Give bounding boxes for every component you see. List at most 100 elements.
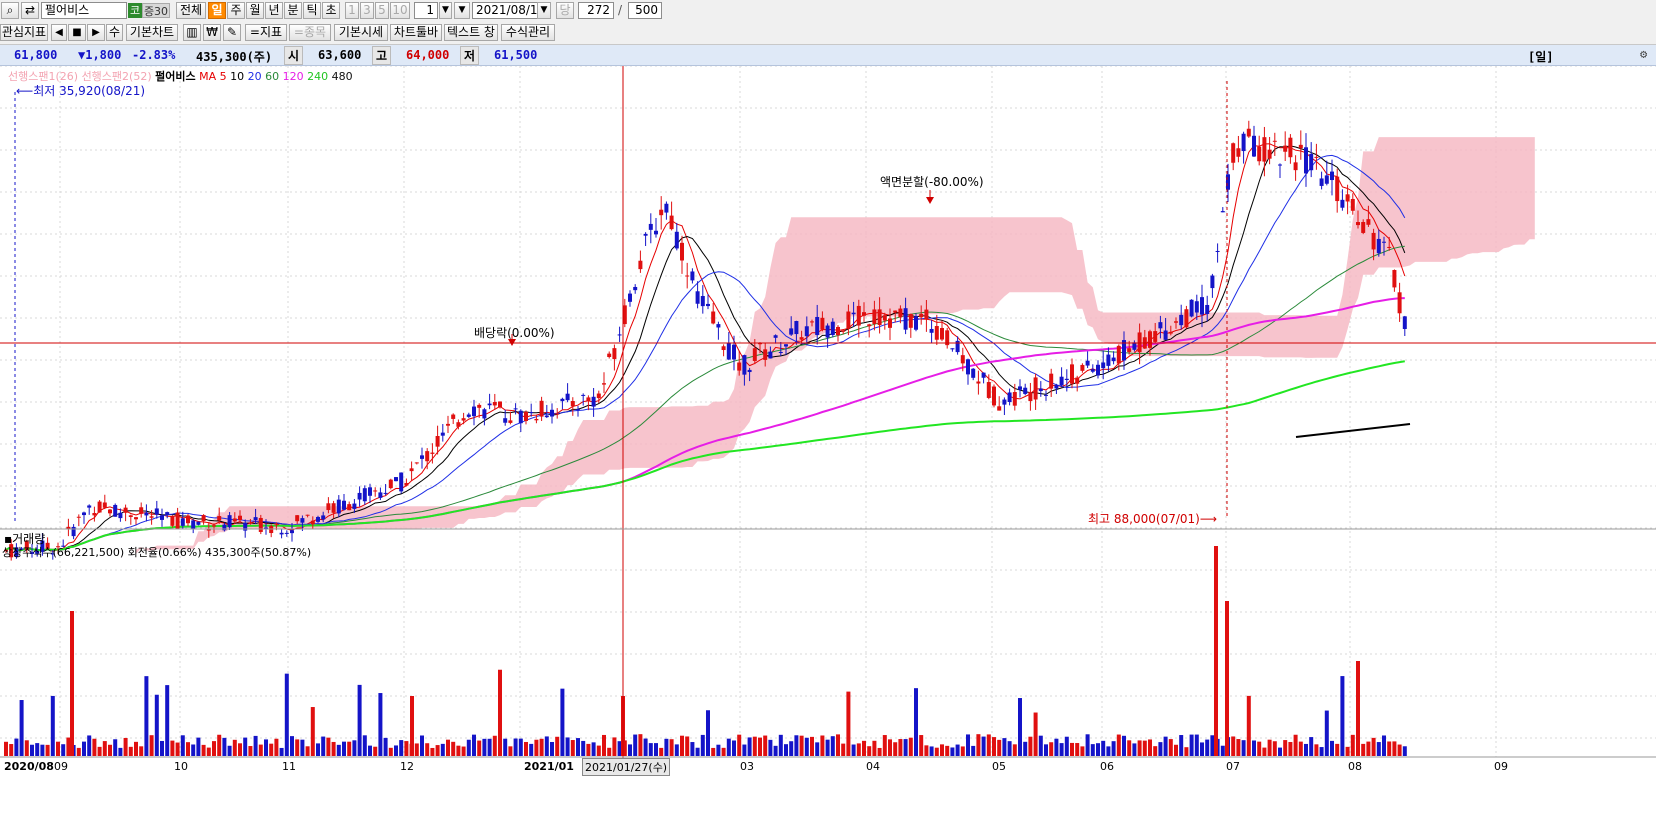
volume-bar	[1324, 710, 1329, 756]
candle-body	[1366, 219, 1371, 225]
legend-ma-240: 240	[307, 70, 329, 83]
legend-ma-120: 120	[282, 70, 304, 83]
period-second-button[interactable]: 초	[322, 2, 340, 19]
candle-body	[976, 381, 981, 384]
item-button[interactable]: =종목	[289, 24, 331, 41]
basic-chart-button[interactable]: 기본차트	[126, 24, 178, 41]
today-button[interactable]: 당	[556, 2, 574, 19]
candle-body	[570, 401, 575, 407]
candle-body	[1101, 362, 1106, 369]
interval-input[interactable]: 1	[414, 2, 438, 19]
period-day-button[interactable]: 일	[208, 2, 226, 19]
stock-name-input[interactable]: 펄어비스	[41, 2, 127, 19]
candle-body	[1012, 392, 1017, 406]
formula-manager-button[interactable]: 수식관리	[501, 24, 555, 41]
candle-body	[1070, 364, 1074, 384]
candle-body	[1028, 391, 1033, 402]
volume-bar	[342, 741, 346, 756]
candle-body	[908, 313, 913, 328]
candle-body	[149, 516, 154, 518]
candle-body	[742, 355, 747, 375]
candle-body	[1064, 378, 1069, 380]
volume-bar	[799, 735, 804, 756]
candle-body	[1038, 388, 1043, 392]
volume-bar	[1189, 734, 1194, 756]
volume-bar	[1330, 740, 1334, 756]
volume-bar	[1356, 661, 1360, 756]
minute-1-button[interactable]: 1	[345, 2, 359, 19]
currency-button[interactable]: ₩	[203, 24, 221, 41]
volume-bar	[888, 739, 892, 756]
minute-10-button[interactable]: 10	[390, 2, 410, 19]
volume-bar	[1309, 737, 1314, 756]
period-year-button[interactable]: 년	[265, 2, 283, 19]
price-change: ▼1,800	[78, 48, 122, 62]
candle-body	[357, 492, 362, 500]
candle-body	[326, 503, 331, 511]
candle-body	[154, 508, 159, 515]
volume-bar	[290, 736, 294, 756]
volume-bar	[56, 741, 60, 756]
chart-toolbar-button[interactable]: 차트툴바	[390, 24, 442, 41]
basic-quote-button[interactable]: 기본시세	[334, 24, 388, 41]
nav-stop-button[interactable]: ■	[68, 24, 86, 41]
volume-bar	[789, 741, 794, 756]
volume-bar	[378, 693, 383, 756]
period-tick-button[interactable]: 틱	[303, 2, 321, 19]
count-input[interactable]: 272	[578, 2, 614, 19]
volume-bar	[108, 744, 112, 756]
volume-bar	[929, 746, 934, 756]
candle-body	[1168, 331, 1173, 334]
chart-type-button[interactable]: ▥	[183, 24, 201, 41]
search-button[interactable]: ⌕	[1, 2, 19, 19]
date-picker-button[interactable]: ▼	[454, 2, 470, 19]
stock-chart[interactable]: 2020/08 09 10 11 12 2021/01 03 04 05 06 07 08 09	[0, 66, 1656, 815]
high-value: 64,000	[406, 48, 450, 62]
nav-next-button[interactable]: ▶	[87, 24, 105, 41]
tools-button[interactable]: ✎	[223, 24, 241, 41]
period-month-button[interactable]: 월	[246, 2, 264, 19]
period-all-button[interactable]: 전체	[176, 2, 206, 19]
minute-5-button[interactable]: 5	[375, 2, 389, 19]
volume-bar	[898, 739, 903, 756]
volume-bar	[1314, 744, 1319, 756]
period-minute-button[interactable]: 분	[284, 2, 302, 19]
text-window-button[interactable]: 텍스트 창	[444, 24, 498, 41]
volume-bar	[217, 734, 222, 756]
nav-manual-button[interactable]: 수	[106, 24, 123, 41]
volume-bar	[1214, 546, 1218, 756]
candle-body	[196, 521, 201, 525]
candle-body	[472, 406, 476, 417]
period-week-button[interactable]: 주	[227, 2, 245, 19]
date-dropdown[interactable]: ▼	[537, 2, 551, 19]
volume-bar	[836, 734, 840, 756]
volume-bar	[742, 744, 747, 756]
interval-dropdown[interactable]: ▼	[439, 2, 452, 19]
interest-indicator-button[interactable]: 관심지표	[0, 24, 48, 41]
date-input[interactable]: 2021/08/17	[472, 2, 538, 19]
candle-body	[737, 362, 742, 371]
candle-body	[1007, 392, 1012, 402]
volume-bar	[914, 688, 918, 756]
candle-body	[1361, 222, 1366, 233]
refresh-button[interactable]: ⇄	[21, 2, 39, 19]
volume-bar	[35, 743, 40, 756]
volume-bar	[1148, 739, 1152, 756]
volume-bar	[877, 747, 882, 756]
candle-body	[1288, 137, 1293, 158]
volume-bar	[581, 740, 586, 756]
minute-3-button[interactable]: 3	[360, 2, 374, 19]
volume-bar	[659, 747, 664, 756]
candle-body	[659, 209, 664, 216]
count-total-input[interactable]: 500	[628, 2, 662, 19]
volume-bar	[310, 707, 315, 756]
gear-icon[interactable]: ⚙	[1640, 47, 1647, 61]
candle-body	[1298, 144, 1303, 149]
candle-body	[747, 369, 752, 373]
nav-prev-button[interactable]: ◀	[51, 24, 67, 41]
candle-body	[856, 305, 861, 326]
volume-bar	[430, 747, 435, 756]
indicator-button[interactable]: =지표	[245, 24, 287, 41]
candle-body	[446, 423, 450, 426]
volume-bar	[9, 744, 14, 756]
